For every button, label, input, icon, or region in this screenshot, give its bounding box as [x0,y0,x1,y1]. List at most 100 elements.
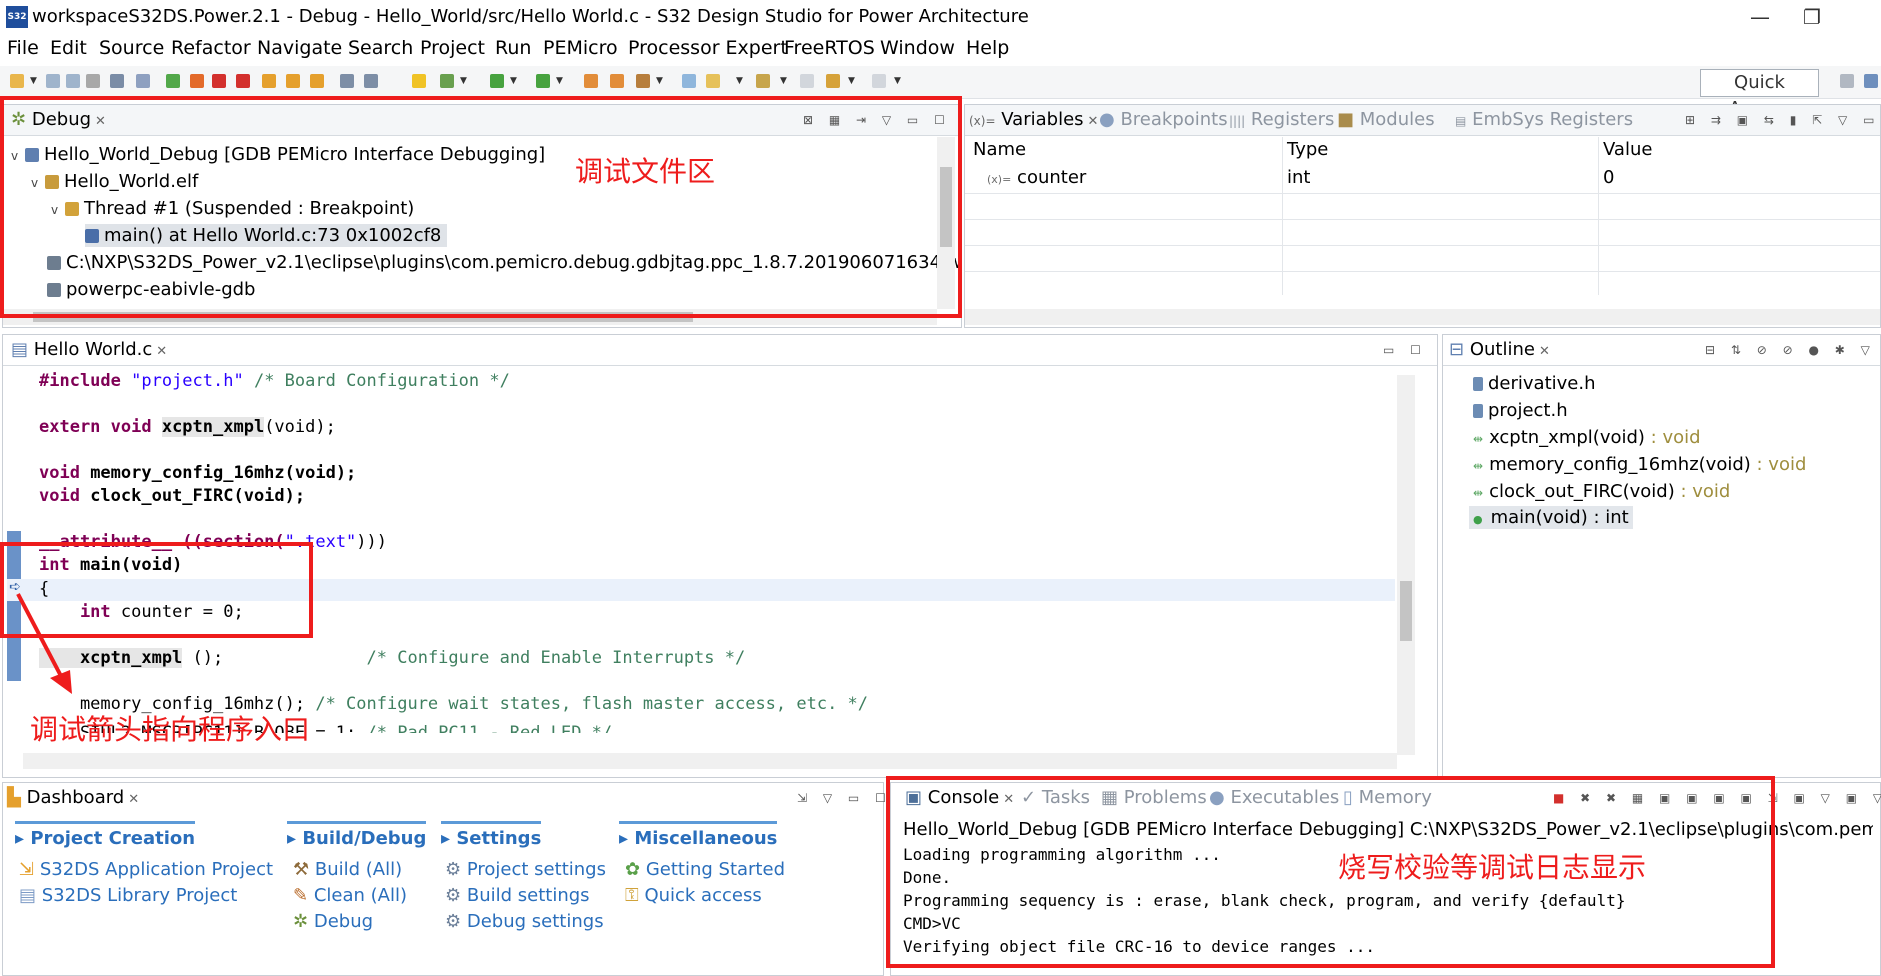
chevron-down-icon[interactable]: ▼ [656,76,663,86]
step-over-icon[interactable] [286,74,300,88]
chevron-down-icon[interactable]: ▼ [510,76,517,86]
chevron-down-icon[interactable]: ▼ [556,76,563,86]
last-edit-icon[interactable] [800,74,814,88]
save-all-icon[interactable] [66,74,80,88]
column-header-type[interactable]: Type [1287,139,1328,160]
close-icon[interactable]: ✕ [128,792,139,807]
step-return-icon[interactable] [310,74,324,88]
dashboard-toolbar[interactable]: ⇲ ▽ ▭ ☐ [797,791,892,805]
menu-search[interactable]: Search [348,37,413,59]
vertical-scrollbar[interactable] [1397,375,1415,755]
close-icon[interactable]: ✕ [156,344,167,359]
menu-freertos[interactable]: FreeRTOS [784,37,875,59]
terminate-icon[interactable] [212,74,226,88]
tab-modules[interactable]: ■ Modules [1337,109,1435,130]
code-line[interactable]: void clock_out_FIRC(void); [39,486,305,506]
build-icon[interactable] [110,74,124,88]
new-icon[interactable] [10,74,24,88]
chevron-down-icon[interactable]: ▼ [460,76,467,86]
search-icon[interactable] [636,74,650,88]
section-settings[interactable]: ▸ Settings [441,821,542,849]
run-icon[interactable] [490,74,504,88]
horizontal-scrollbar[interactable] [965,309,1880,325]
toggle-mark-icon[interactable] [682,74,696,88]
tab-variables[interactable]: (x)= Variables ✕ [969,109,1098,130]
menu-file[interactable]: File [7,37,39,59]
perspective-icon[interactable] [1864,74,1878,88]
menu-run[interactable]: Run [495,37,531,59]
tab-dashboard[interactable]: ▙ Dashboard ✕ [7,787,139,808]
close-icon[interactable]: ✕ [1539,344,1550,359]
menu-pemicro[interactable]: PEMicro [543,37,618,59]
link-build-all[interactable]: ⚒ Build (All) [293,859,402,880]
section-miscellaneous[interactable]: ▸ Miscellaneous [619,821,778,849]
outline-item-selected[interactable]: ● main(void) : int [1469,506,1633,529]
tab-breakpoints[interactable]: ● Breakpoints [1099,109,1228,130]
menu-project[interactable]: Project [420,37,485,59]
chevron-down-icon[interactable]: ▼ [894,76,901,86]
code-line[interactable]: void memory_config_16mhz(void); [39,463,356,483]
quick-access-field[interactable]: Quick Access [1700,69,1819,119]
chevron-down-icon[interactable]: ▼ [848,76,855,86]
menu-navigate[interactable]: Navigate [257,37,342,59]
menu-edit[interactable]: Edit [50,37,87,59]
minimize-button[interactable]: — [1740,4,1780,30]
outline-item[interactable]: project.h [1473,400,1568,421]
chevron-down-icon[interactable]: ▼ [780,76,787,86]
open-type-icon[interactable] [584,74,598,88]
restart-icon[interactable] [364,74,378,88]
link-debug-settings[interactable]: ⚙ Debug settings [445,911,604,932]
outline-item[interactable]: ⇹ clock_out_FIRC(void) : void [1473,481,1730,502]
section-build-debug[interactable]: ▸ Build/Debug [287,821,427,849]
chevron-down-icon[interactable]: ▼ [30,76,37,86]
annotation-icon[interactable] [706,74,720,88]
next-annotation-icon[interactable] [756,74,770,88]
step-into-icon[interactable] [262,74,276,88]
link-build-settings[interactable]: ⚙ Build settings [445,885,590,906]
menu-help[interactable]: Help [966,37,1009,59]
section-project-creation[interactable]: ▸ Project Creation [15,821,196,849]
open-element-icon[interactable] [610,74,624,88]
suspend-icon[interactable] [190,74,204,88]
outline-item[interactable]: derivative.h [1473,373,1596,394]
menu-refactor[interactable]: Refactor [171,37,251,59]
restore-button[interactable]: ❐ [1792,4,1832,30]
menu-processor-expert[interactable]: Processor Expert [628,37,788,59]
code-line[interactable]: xcptn_xmpl (); /* Configure and Enable I… [39,648,745,668]
run-config-icon[interactable] [412,74,426,88]
outline-item[interactable]: ⇹ memory_config_16mhz(void) : void [1473,454,1806,475]
chevron-down-icon[interactable]: ▼ [736,76,743,86]
forward-icon[interactable] [872,74,886,88]
editor-toolbar[interactable]: ▭ ☐ [1383,343,1427,357]
menu-window[interactable]: Window [880,37,955,59]
column-header-value[interactable]: Value [1603,139,1652,160]
link-getting-started[interactable]: ✿ Getting Started [625,859,785,880]
link-clean-all[interactable]: ✎ Clean (All) [293,885,407,906]
tab-embsys-registers[interactable]: ▤ EmbSys Registers [1455,109,1633,130]
code-line[interactable]: extern void xcptn_xmpl(void); [39,417,336,437]
tab-hello-world-c[interactable]: ▤ Hello World.c ✕ [11,339,167,360]
link-project-settings[interactable]: ⚙ Project settings [445,859,606,880]
link-debug[interactable]: ✲ Debug [293,911,373,932]
close-icon[interactable]: ✕ [1088,114,1099,129]
link-quick-access[interactable]: ⚿ Quick access [625,885,762,906]
print-icon[interactable] [86,74,100,88]
instruction-step-icon[interactable] [340,74,354,88]
external-tools-icon[interactable] [536,74,550,88]
tab-registers[interactable]: |||| Registers [1229,109,1334,130]
disconnect-icon[interactable] [236,74,250,88]
open-perspective-icon[interactable] [1840,74,1854,88]
menu-source[interactable]: Source [99,37,164,59]
outline-item[interactable]: ⇹ xcptn_xmpl(void) : void [1473,427,1701,448]
save-icon[interactable] [46,74,60,88]
link-s32ds-library-project[interactable]: ▤ S32DS Library Project [19,885,237,906]
link-s32ds-application-project[interactable]: ⇲ S32DS Application Project [19,859,273,880]
skip-breakpoints-icon[interactable] [136,74,150,88]
outline-view-toolbar[interactable]: ⊟ ⇅ ⊘ ⊘ ● ✱ ▽ ▭ [1705,343,1881,357]
code-line[interactable]: #include "project.h" /* Board Configurat… [39,371,510,391]
column-header-name[interactable]: Name [973,139,1026,160]
tab-outline[interactable]: ⊟ Outline ✕ [1449,339,1550,360]
variables-view-toolbar[interactable]: ⊞ ⇉ ▣ ⇆ ▮ ⇱ ▽ ▭ [1685,113,1880,127]
back-icon[interactable] [826,74,840,88]
resume-icon[interactable] [166,74,180,88]
